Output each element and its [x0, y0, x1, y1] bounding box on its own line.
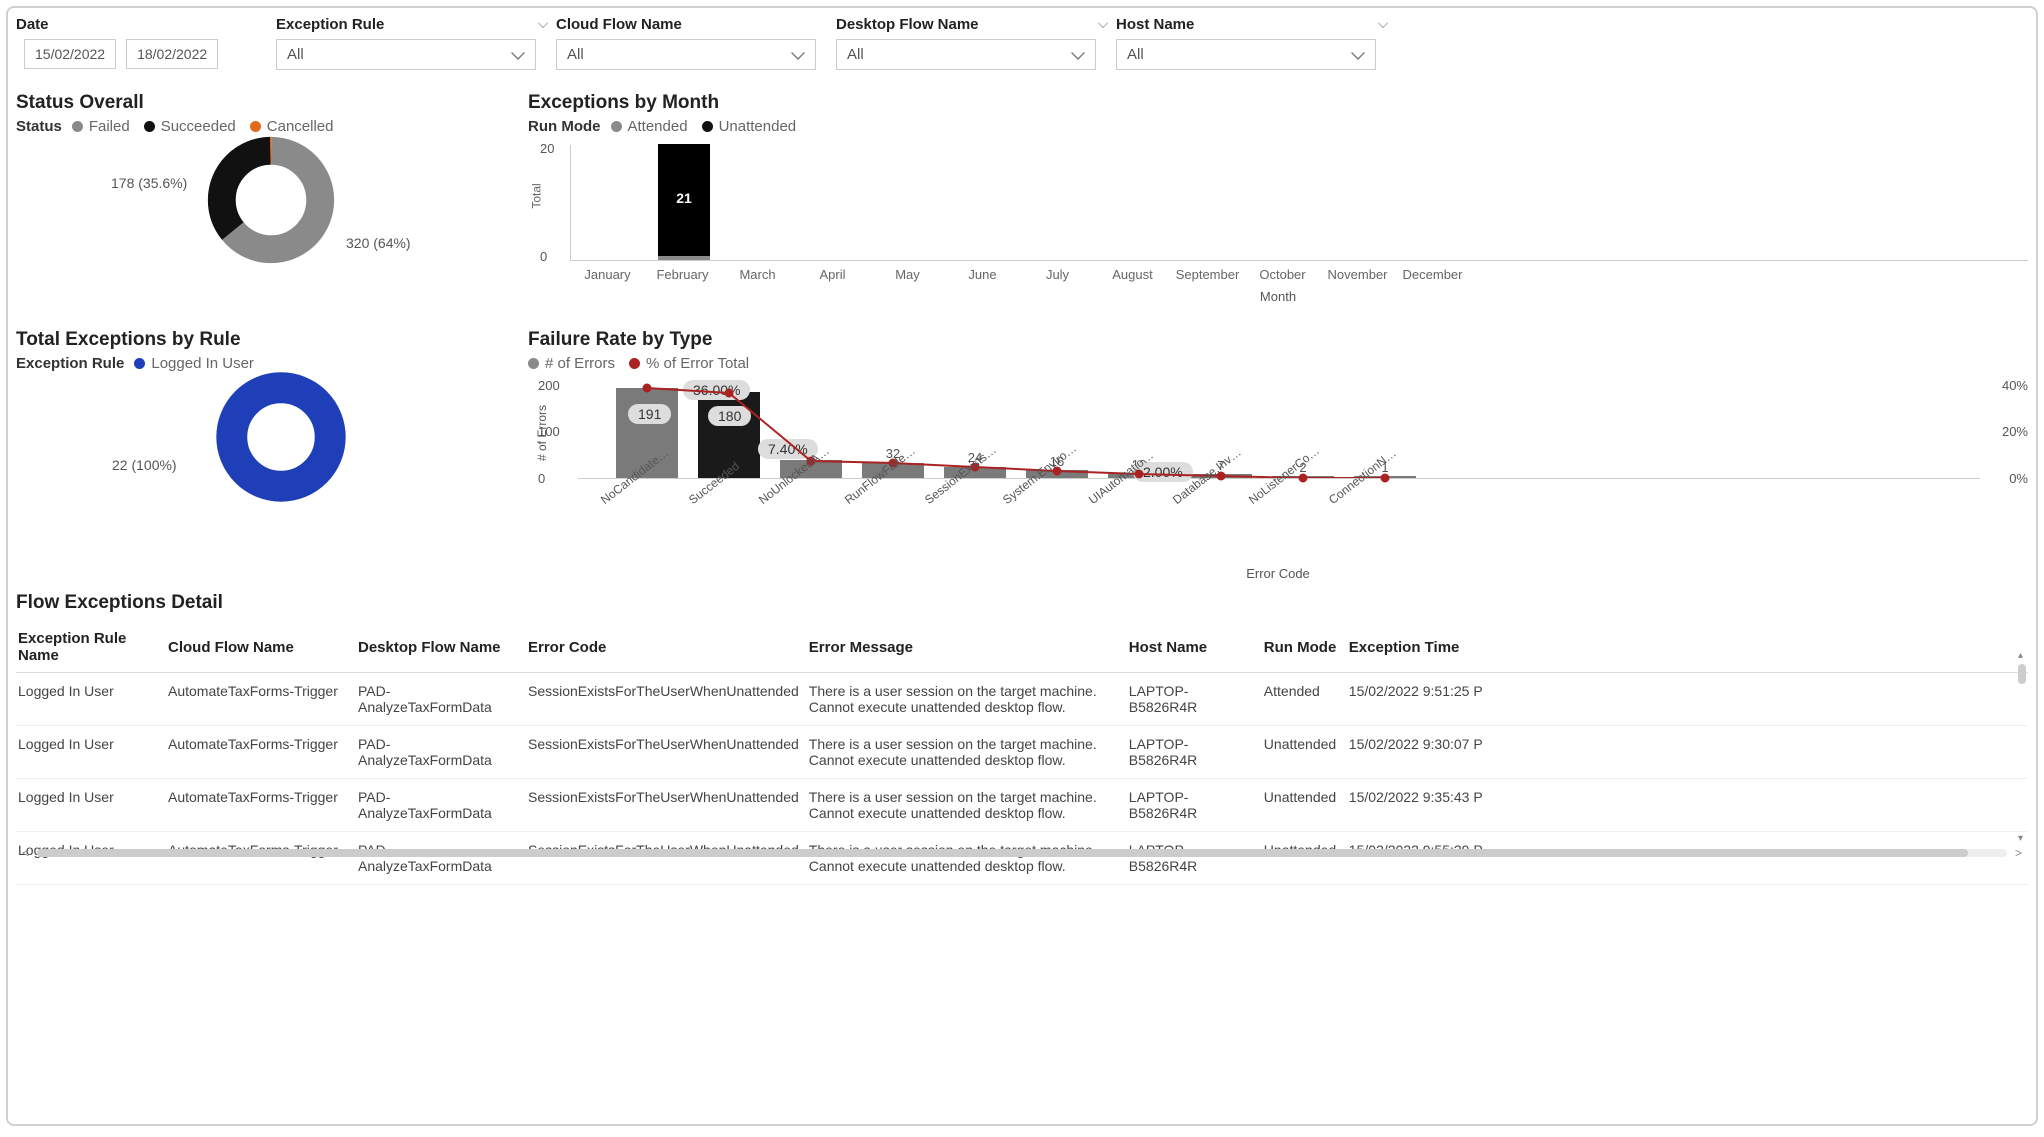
table-cell: 15/02/2022 9:51:25 P: [1347, 673, 2028, 726]
exception-rule-value: All: [287, 46, 304, 63]
total-exceptions-legend: Exception Rule Logged In User: [16, 355, 516, 372]
status-overall-chart[interactable]: 178 (35.6%) 320 (64%): [16, 135, 516, 315]
th-exception-time[interactable]: Exception Time: [1347, 622, 2028, 673]
table-cell: SessionExistsForTheUserWhenUnattended: [526, 779, 807, 832]
date-to-input[interactable]: 18/02/2022: [126, 39, 218, 69]
scroll-left-icon[interactable]: <: [22, 846, 29, 860]
host-name-dropdown[interactable]: All: [1116, 39, 1376, 70]
month-axis: January February March April May June Ju…: [570, 267, 2028, 282]
table-row[interactable]: Logged In UserAutomateTaxForms-TriggerPA…: [16, 779, 2028, 832]
desktop-flow-value: All: [847, 46, 864, 63]
table-cell: Unattended: [1262, 779, 1347, 832]
status-overall-title: Status Overall: [16, 92, 516, 114]
table-cell: Attended: [1262, 673, 1347, 726]
th-error-message[interactable]: Error Message: [807, 622, 1127, 673]
table-cell: LAPTOP-B5826R4R: [1127, 673, 1262, 726]
table-cell: LAPTOP-B5826R4R: [1127, 779, 1262, 832]
legend-swatch-cancelled: [250, 121, 261, 132]
horizontal-scrollbar[interactable]: < >: [16, 844, 2028, 862]
exception-rule-dropdown[interactable]: All: [276, 39, 536, 70]
desktop-flow-dropdown[interactable]: All: [836, 39, 1096, 70]
table-cell: AutomateTaxForms-Trigger: [166, 726, 356, 779]
th-exception-rule[interactable]: Exception Rule Name: [16, 622, 166, 673]
filter-host-name: Host Name All: [1116, 12, 1396, 70]
filter-cloud-flow: Cloud Flow Name All: [556, 12, 836, 70]
date-from-input[interactable]: 15/02/2022: [24, 39, 116, 69]
filter-desktop-flow-label: Desktop Flow Name: [836, 16, 979, 33]
scroll-up-icon[interactable]: ▴: [2018, 650, 2023, 661]
filter-exception-rule: Exception Rule All: [276, 12, 556, 70]
annotation-failed: 320 (64%): [346, 235, 411, 251]
table-cell: There is a user session on the target ma…: [807, 673, 1127, 726]
table-cell: Logged In User: [16, 726, 166, 779]
scroll-down-icon[interactable]: ▾: [2018, 833, 2023, 844]
filter-desktop-flow: Desktop Flow Name All: [836, 12, 1116, 70]
legend-swatch-unattended: [702, 121, 713, 132]
table-row[interactable]: Logged In UserAutomateTaxForms-TriggerPA…: [16, 726, 2028, 779]
legend-swatch-failed: [72, 121, 83, 132]
failure-rate-legend: # of Errors % of Error Total: [528, 355, 2028, 372]
total-exceptions-title: Total Exceptions by Rule: [16, 329, 516, 351]
dashboard: Date 15/02/2022 18/02/2022 Exception Rul…: [6, 6, 2038, 1126]
filter-date-label: Date: [16, 12, 268, 39]
cloud-flow-dropdown[interactable]: All: [556, 39, 816, 70]
table-cell: AutomateTaxForms-Trigger: [166, 673, 356, 726]
table-cell: 15/02/2022 9:30:07 P: [1347, 726, 2028, 779]
th-host-name[interactable]: Host Name: [1127, 622, 1262, 673]
legend-swatch-succeeded: [144, 121, 155, 132]
th-run-mode[interactable]: Run Mode: [1262, 622, 1347, 673]
flow-exceptions-title: Flow Exceptions Detail: [16, 592, 2028, 614]
chevron-down-icon: [1351, 46, 1365, 60]
filter-exception-rule-label: Exception Rule: [276, 16, 384, 33]
filter-date: Date 15/02/2022 18/02/2022: [16, 12, 276, 70]
table-cell: PAD-AnalyzeTaxFormData: [356, 673, 526, 726]
table-cell: PAD-AnalyzeTaxFormData: [356, 726, 526, 779]
vertical-scrollbar[interactable]: ▴ ▾: [2016, 650, 2028, 844]
exceptions-by-month-title: Exceptions by Month: [528, 92, 2028, 114]
chevron-down-icon[interactable]: [538, 18, 548, 28]
flow-exceptions-table: Exception Rule Name Cloud Flow Name Desk…: [16, 622, 2028, 862]
status-overall-legend: Status Failed Succeeded Cancelled: [16, 118, 516, 135]
exceptions-by-month-legend: Run Mode Attended Unattended: [528, 118, 2028, 135]
table-cell: LAPTOP-B5826R4R: [1127, 726, 1262, 779]
chevron-down-icon: [511, 46, 525, 60]
table-cell: SessionExistsForTheUserWhenUnattended: [526, 673, 807, 726]
failure-rate-title: Failure Rate by Type: [528, 329, 2028, 351]
filter-cloud-flow-label: Cloud Flow Name: [556, 16, 682, 33]
exceptions-by-month-chart[interactable]: Total 20 0 21 January February March Apr…: [528, 139, 2028, 319]
table-header-row: Exception Rule Name Cloud Flow Name Desk…: [16, 622, 2028, 673]
table-cell: PAD-AnalyzeTaxFormData: [356, 779, 526, 832]
table-cell: There is a user session on the target ma…: [807, 726, 1127, 779]
scroll-thumb[interactable]: [2018, 664, 2026, 684]
annotation-succeeded: 178 (35.6%): [111, 175, 187, 191]
table-cell: Logged In User: [16, 673, 166, 726]
host-name-value: All: [1127, 46, 1144, 63]
cloud-flow-value: All: [567, 46, 584, 63]
legend-swatch-logged-in-user: [134, 358, 145, 369]
filter-bar: Date 15/02/2022 18/02/2022 Exception Rul…: [16, 12, 2028, 80]
chevron-down-icon[interactable]: [1378, 18, 1388, 28]
th-desktop-flow[interactable]: Desktop Flow Name: [356, 622, 526, 673]
table-row[interactable]: Logged In UserAutomateTaxForms-TriggerPA…: [16, 673, 2028, 726]
legend-swatch-errors: [528, 358, 539, 369]
annotation-total: 22 (100%): [112, 457, 177, 473]
chevron-down-icon[interactable]: [1098, 18, 1108, 28]
legend-swatch-attended: [611, 121, 622, 132]
table-cell: 15/02/2022 9:35:43 P: [1347, 779, 2028, 832]
table-cell: There is a user session on the target ma…: [807, 779, 1127, 832]
chevron-down-icon: [791, 46, 805, 60]
th-cloud-flow[interactable]: Cloud Flow Name: [166, 622, 356, 673]
table-cell: AutomateTaxForms-Trigger: [166, 779, 356, 832]
scroll-right-icon[interactable]: >: [2015, 846, 2022, 860]
failure-rate-chart[interactable]: # of Errors 200 100 0 40% 20% 0%: [528, 376, 2028, 586]
total-exceptions-chart[interactable]: 22 (100%): [16, 372, 516, 552]
table-cell: Logged In User: [16, 779, 166, 832]
filter-host-name-label: Host Name: [1116, 16, 1194, 33]
chevron-down-icon: [1071, 46, 1085, 60]
table-cell: SessionExistsForTheUserWhenUnattended: [526, 726, 807, 779]
table-cell: Unattended: [1262, 726, 1347, 779]
legend-swatch-error-pct: [629, 358, 640, 369]
th-error-code[interactable]: Error Code: [526, 622, 807, 673]
